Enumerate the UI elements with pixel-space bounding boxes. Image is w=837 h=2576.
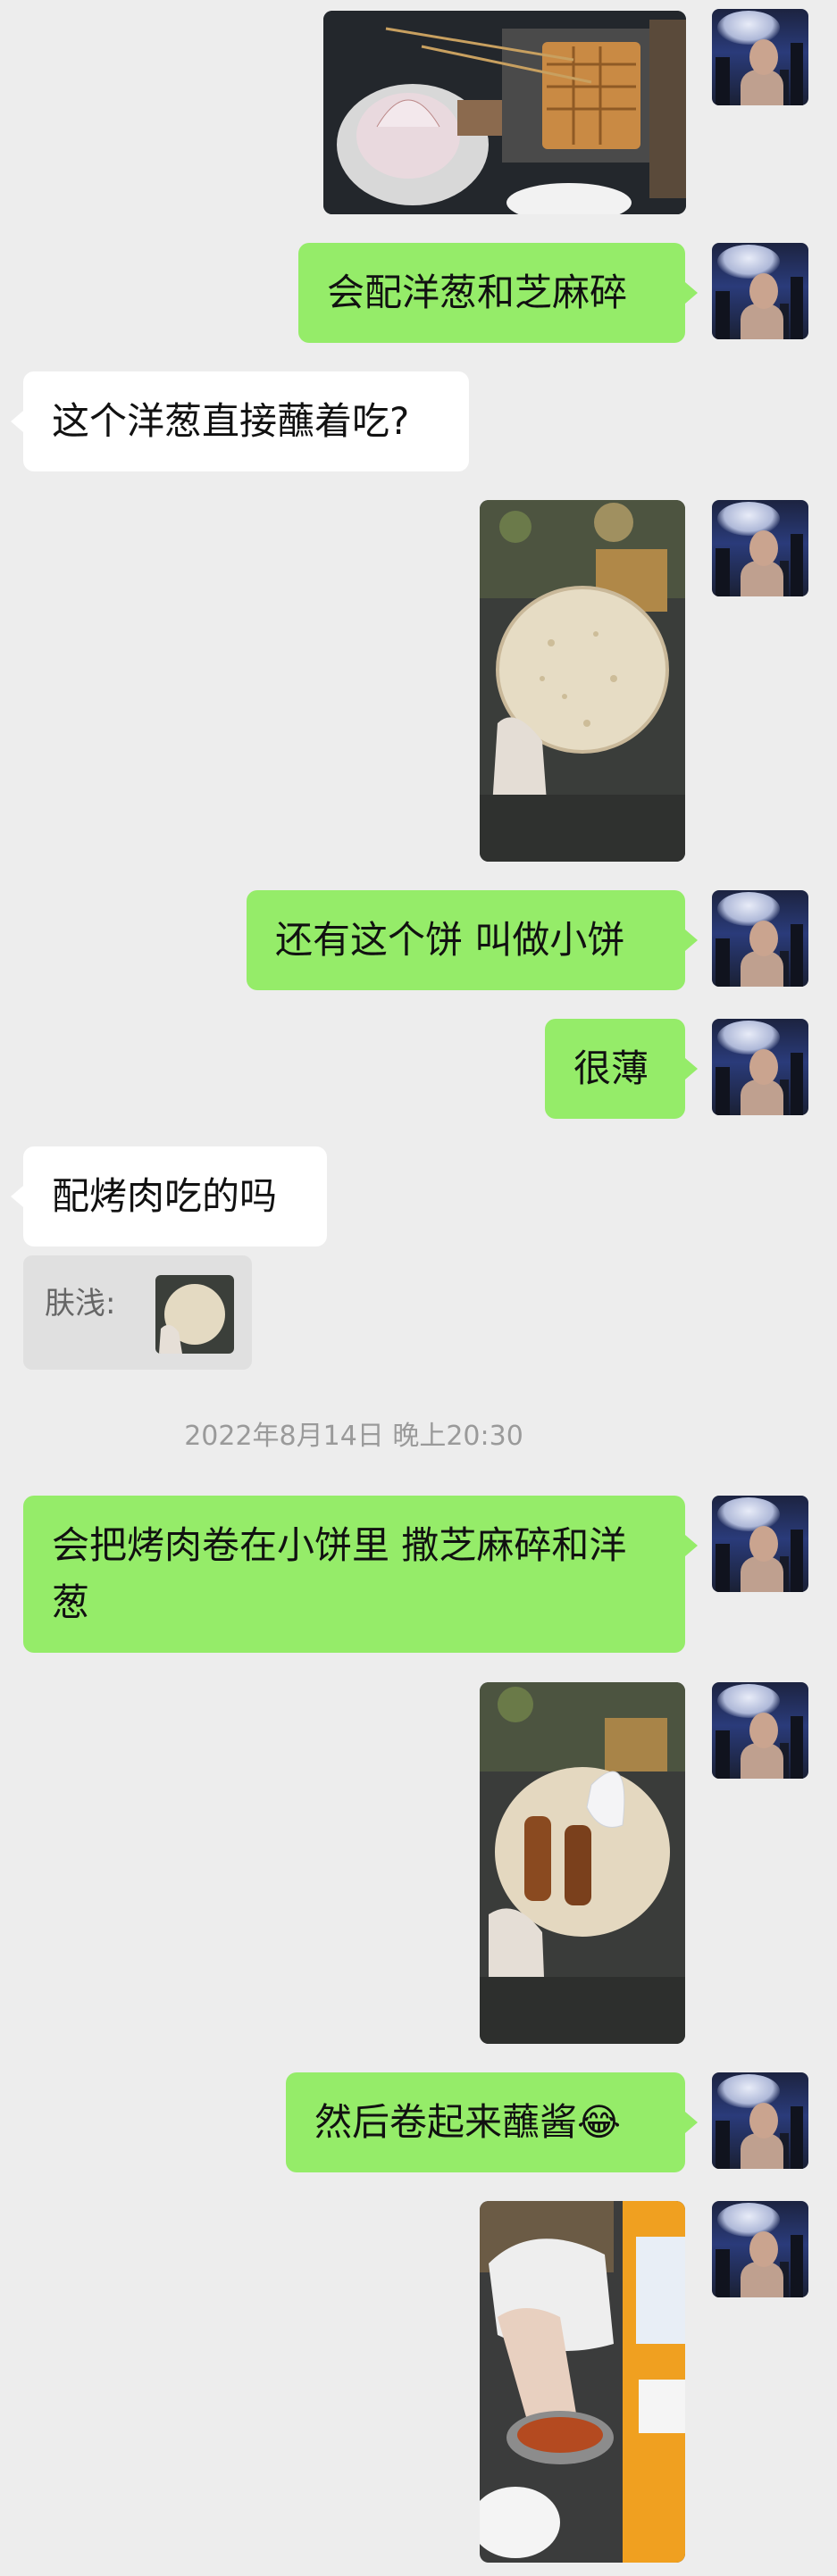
meat-in-bread-photo [480,1682,685,2044]
my-avatar[interactable] [712,2201,808,2297]
message-text: 配烤肉吃的吗 [52,1174,278,1218]
my-avatar[interactable] [712,1682,808,1779]
flatbread-thumbnail-icon [155,1275,234,1354]
bubble-tail [11,1186,23,1207]
their-message-bubble[interactable]: 这个洋葱直接蘸着吃? [23,371,469,471]
bubble-tail [685,1058,698,1080]
their-message-bubble[interactable]: 配烤肉吃的吗 [23,1146,327,1246]
message-text: 还有这个饼 叫做小饼 [275,918,625,962]
bubble-tail [685,1535,698,1556]
message-image-meat[interactable] [480,1682,685,2044]
bubble-tail [685,930,698,951]
my-message-bubble[interactable]: 很薄 [545,1019,685,1119]
message-text: 会配洋葱和芝麻碎 [327,271,628,314]
message-text: 很薄 [573,1046,649,1090]
flatbread-photo [480,500,685,862]
skewers-onion-photo [323,11,686,214]
my-message-bubble[interactable]: 会把烤肉卷在小饼里 撒芝麻碎和洋葱 [23,1496,685,1653]
my-avatar[interactable] [712,2072,808,2169]
my-message-bubble[interactable]: 会配洋葱和芝麻碎 [298,243,685,343]
quote-thumbnail[interactable] [155,1275,234,1354]
message-image-sauce[interactable] [480,2201,685,2563]
quoted-message[interactable]: 肤浅: [23,1255,252,1370]
my-avatar[interactable] [712,1496,808,1592]
bubble-tail [685,282,698,304]
message-text: 会把烤肉卷在小饼里 撒芝麻碎和洋葱 [52,1523,627,1624]
dipping-sauce-photo [480,2201,685,2563]
message-image-skewers[interactable] [323,11,686,214]
my-message-bubble[interactable]: 还有这个饼 叫做小饼 [247,890,685,990]
my-avatar[interactable] [712,1019,808,1115]
my-avatar[interactable] [712,890,808,987]
message-text: 这个洋葱直接蘸着吃? [52,399,410,443]
bubble-tail [685,2112,698,2133]
message-image-flatbread[interactable] [480,500,685,862]
quote-sender: 肤浅: [45,1286,116,1321]
my-avatar[interactable] [712,500,808,596]
my-avatar[interactable] [712,9,808,105]
message-text: 然后卷起来蘸酱😂 [314,2100,622,2144]
bubble-tail [11,411,23,432]
timestamp: 2022年8月14日 晚上20:30 [184,1421,523,1452]
my-message-bubble[interactable]: 然后卷起来蘸酱😂 [286,2072,685,2172]
my-avatar[interactable] [712,243,808,339]
